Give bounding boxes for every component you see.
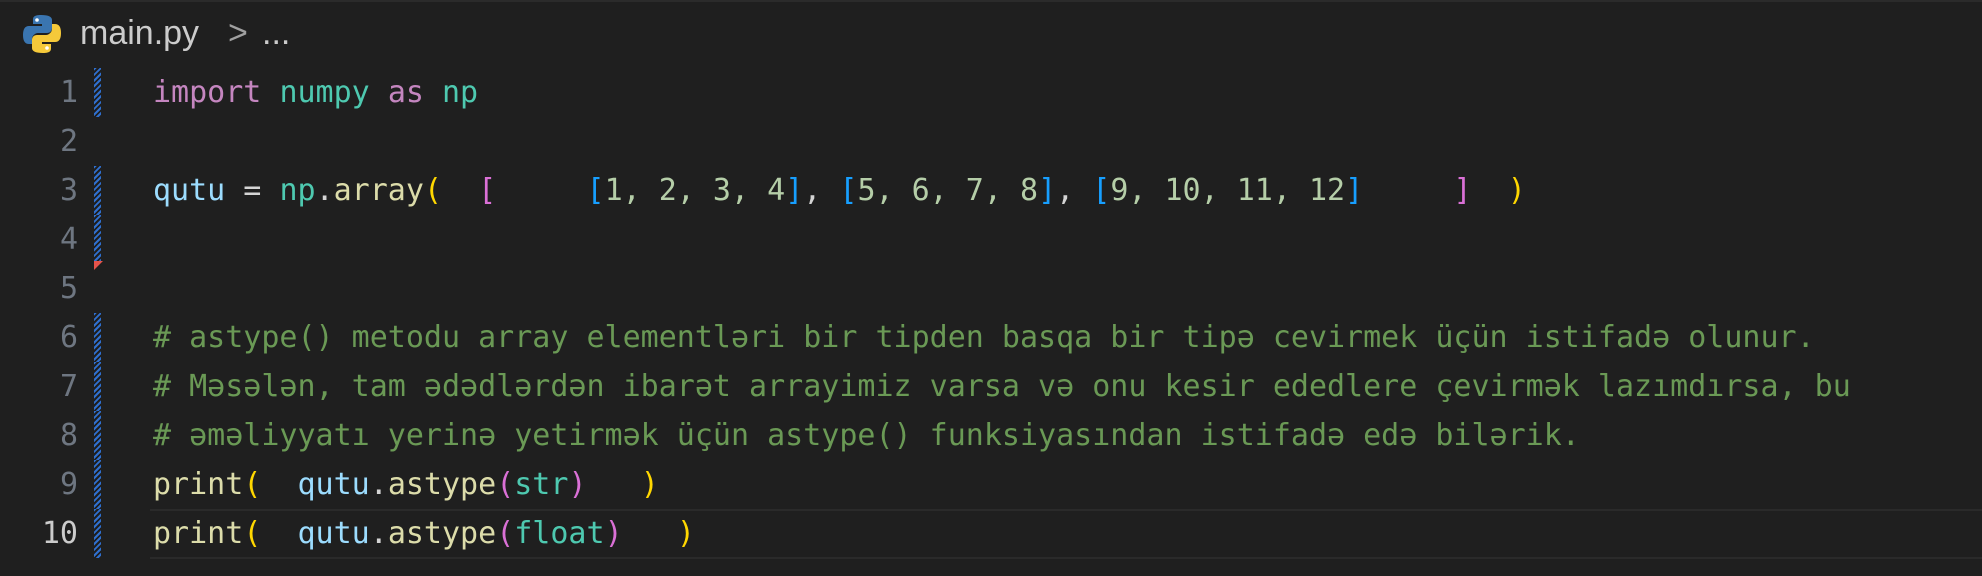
- code-line[interactable]: 4: [0, 215, 1982, 264]
- type-name: str: [514, 467, 569, 502]
- line-number: 9: [59, 467, 78, 502]
- line-number: 7: [59, 369, 78, 404]
- code-line[interactable]: 7 # Məsələn, tam ədədlərdən ibarət array…: [0, 362, 1982, 411]
- gutter-change-marker[interactable]: [94, 460, 101, 509]
- gutter-change-marker[interactable]: [94, 411, 101, 460]
- code-editor[interactable]: 1 import numpy as np 2 3 qutu = np.array…: [0, 68, 1982, 576]
- comment-text[interactable]: # astype() metodu array elementləri bir …: [153, 313, 1815, 362]
- comment-text[interactable]: # Məsələn, tam ədədlərdən ibarət arrayim…: [153, 362, 1851, 411]
- gutter-change-marker[interactable]: [94, 166, 101, 215]
- code-text[interactable]: qutu = np.array( [ [1, 2, 3, 4], [5, 6, …: [153, 166, 1526, 215]
- number-list: 9, 10, 11, 12: [1110, 173, 1346, 208]
- breadcrumb-file[interactable]: main.py: [80, 14, 199, 53]
- bracket: [: [839, 173, 858, 208]
- keyword: as: [387, 75, 424, 110]
- bracket: ]: [1453, 173, 1472, 208]
- gutter-change-marker[interactable]: [94, 215, 101, 264]
- bracket: ): [568, 467, 587, 502]
- code-line[interactable]: 2: [0, 117, 1982, 166]
- bracket: [: [586, 173, 605, 208]
- variable: qutu: [153, 173, 226, 208]
- chevron-right-icon: >: [228, 14, 248, 52]
- code-line[interactable]: 6 # astype() metodu array elementləri bi…: [0, 313, 1982, 362]
- dot: .: [369, 467, 388, 502]
- variable: qutu: [297, 467, 370, 502]
- line-number: 4: [59, 222, 78, 257]
- code-line-active[interactable]: 10 print( qutu.astype(float) ): [0, 509, 1982, 559]
- number-list: 5, 6, 7, 8: [857, 173, 1039, 208]
- module-alias: np: [279, 173, 316, 208]
- bracket: (: [423, 173, 442, 208]
- line-number: 5: [59, 271, 78, 306]
- line-number: 2: [59, 124, 78, 159]
- bracket: ): [604, 516, 623, 551]
- code-line[interactable]: 1 import numpy as np: [0, 68, 1982, 117]
- gutter-deleted-marker[interactable]: [94, 261, 103, 270]
- bracket: ): [1507, 173, 1526, 208]
- line-number: 1: [59, 75, 78, 110]
- bracket: (: [496, 467, 515, 502]
- method-name: astype: [387, 467, 497, 502]
- bracket: (: [243, 467, 262, 502]
- gutter-change-marker[interactable]: [94, 313, 101, 362]
- breadcrumb-more[interactable]: ...: [262, 14, 290, 53]
- gutter-change-marker[interactable]: [94, 509, 101, 558]
- code-text[interactable]: print( qutu.astype(float) ): [153, 509, 695, 558]
- number-list: 1, 2, 3, 4: [604, 173, 786, 208]
- line-number: 6: [59, 320, 78, 355]
- comment-text[interactable]: # əməliyyatı yerinə yetirmək üçün astype…: [153, 411, 1580, 460]
- code-line[interactable]: 3 qutu = np.array( [ [1, 2, 3, 4], [5, 6…: [0, 166, 1982, 215]
- line-number: 8: [59, 418, 78, 453]
- module-alias: np: [442, 75, 479, 110]
- bracket: ]: [785, 173, 804, 208]
- function-name: print: [153, 516, 244, 551]
- bracket: (: [243, 516, 262, 551]
- python-icon: [23, 15, 61, 53]
- module-name: numpy: [279, 75, 370, 110]
- bracket: [: [1092, 173, 1111, 208]
- type-name: float: [514, 516, 605, 551]
- bracket: ]: [1038, 173, 1057, 208]
- comma: ,: [1056, 173, 1093, 208]
- line-number: 10: [41, 516, 78, 551]
- gutter-change-marker[interactable]: [94, 68, 101, 117]
- code-text[interactable]: import numpy as np: [153, 68, 478, 117]
- dot: .: [369, 516, 388, 551]
- breadcrumb: main.py > ...: [0, 0, 1982, 68]
- method-name: astype: [387, 516, 497, 551]
- function-name: array: [333, 173, 424, 208]
- variable: qutu: [297, 516, 370, 551]
- bracket: [: [478, 173, 497, 208]
- dot: .: [315, 173, 334, 208]
- code-line[interactable]: 9 print( qutu.astype(str) ): [0, 460, 1982, 509]
- line-number: 3: [59, 173, 78, 208]
- code-line[interactable]: 5: [0, 261, 1982, 313]
- code-text[interactable]: print( qutu.astype(str) ): [153, 460, 659, 509]
- bracket: ): [676, 516, 695, 551]
- bracket: ): [640, 467, 659, 502]
- function-name: print: [153, 467, 244, 502]
- keyword: import: [153, 75, 262, 110]
- code-line[interactable]: 8 # əməliyyatı yerinə yetirmək üçün asty…: [0, 411, 1982, 460]
- bracket: ]: [1345, 173, 1364, 208]
- operator: =: [225, 173, 280, 208]
- bracket: (: [496, 516, 515, 551]
- comma: ,: [803, 173, 840, 208]
- gutter-change-marker[interactable]: [94, 362, 101, 411]
